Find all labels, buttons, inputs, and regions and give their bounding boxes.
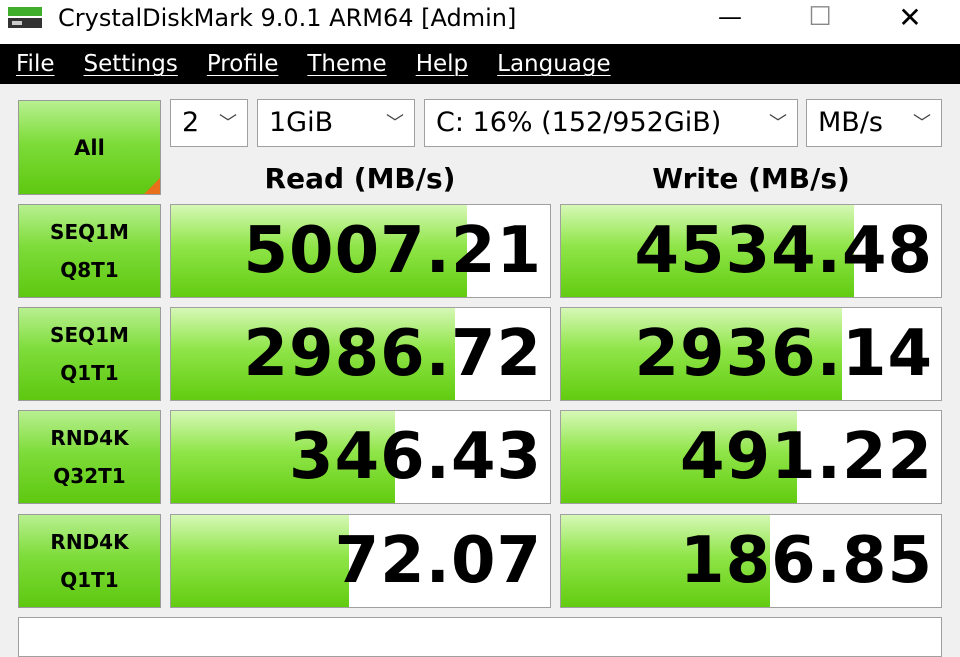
- write-result: 4534.48: [560, 204, 942, 298]
- read-value: 5007.21: [243, 214, 542, 288]
- read-value: 72.07: [334, 524, 542, 598]
- read-value: 2986.72: [243, 317, 542, 391]
- maximize-icon: ☐: [808, 2, 832, 32]
- read-result: 346.43: [170, 410, 551, 504]
- read-value: 346.43: [289, 420, 542, 494]
- chevron-down-icon: ﹀: [913, 113, 931, 134]
- test-button-seq1m-q8t1[interactable]: SEQ1M Q8T1: [18, 204, 161, 298]
- test-label-line2: Q1T1: [60, 361, 119, 385]
- close-button[interactable]: ✕: [880, 0, 940, 34]
- chevron-down-icon: ﹀: [769, 113, 787, 134]
- write-value: 186.85: [680, 524, 933, 598]
- test-label-line2: Q1T1: [60, 568, 119, 592]
- window-title: CrystalDiskMark 9.0.1 ARM64 [Admin]: [58, 4, 517, 32]
- drive-select[interactable]: C: 16% (152/952GiB) ﹀: [424, 99, 798, 147]
- test-label-line1: RND4K: [50, 426, 129, 450]
- menu-language[interactable]: Language: [497, 44, 611, 84]
- write-value: 491.22: [680, 420, 933, 494]
- test-button-rnd4k-q1t1[interactable]: RND4K Q1T1: [18, 514, 161, 608]
- test-button-rnd4k-q32t1[interactable]: RND4K Q32T1: [18, 410, 161, 504]
- write-header: Write (MB/s): [652, 162, 850, 195]
- comment-field[interactable]: [18, 617, 942, 657]
- write-result: 491.22: [560, 410, 942, 504]
- menu-help[interactable]: Help: [416, 44, 468, 84]
- read-result: 2986.72: [170, 307, 551, 401]
- minimize-button[interactable]: —: [700, 0, 760, 34]
- chevron-down-icon: ﹀: [386, 113, 404, 134]
- all-button[interactable]: All: [18, 100, 161, 195]
- drive-value: C: 16% (152/952GiB): [436, 107, 722, 138]
- menu-settings[interactable]: Settings: [84, 44, 178, 84]
- write-result: 2936.14: [560, 307, 942, 401]
- count-value: 2: [182, 107, 200, 138]
- chevron-down-icon: ﹀: [219, 113, 237, 134]
- close-icon: ✕: [898, 0, 922, 34]
- write-value: 2936.14: [634, 317, 933, 391]
- test-label-line1: SEQ1M: [50, 220, 129, 244]
- maximize-button[interactable]: ☐: [790, 0, 850, 34]
- app-icon: [8, 7, 42, 28]
- unit-select[interactable]: MB/s ﹀: [806, 99, 942, 147]
- corner-marker-icon: [144, 178, 160, 194]
- write-value: 4534.48: [634, 214, 933, 288]
- test-label-line2: Q8T1: [60, 258, 119, 282]
- write-result: 186.85: [560, 514, 942, 608]
- menu-profile[interactable]: Profile: [207, 44, 279, 84]
- test-label-line2: Q32T1: [53, 464, 126, 488]
- read-bar: [171, 515, 350, 607]
- test-label-line1: RND4K: [50, 530, 129, 554]
- size-select[interactable]: 1GiB ﹀: [257, 99, 415, 147]
- title-bar: CrystalDiskMark 9.0.1 ARM64 [Admin] — ☐ …: [0, 0, 960, 44]
- test-button-seq1m-q1t1[interactable]: SEQ1M Q1T1: [18, 307, 161, 401]
- menu-file[interactable]: File: [16, 44, 55, 84]
- test-label-line1: SEQ1M: [50, 323, 129, 347]
- all-label: All: [74, 135, 105, 160]
- unit-value: MB/s: [818, 107, 883, 138]
- count-select[interactable]: 2 ﹀: [170, 99, 248, 147]
- read-result: 72.07: [170, 514, 551, 608]
- size-value: 1GiB: [269, 107, 334, 138]
- read-result: 5007.21: [170, 204, 551, 298]
- main-panel: All 2 ﹀ 1GiB ﹀ C: 16% (152/952GiB) ﹀ MB/…: [0, 84, 960, 657]
- menu-theme[interactable]: Theme: [307, 44, 386, 84]
- menu-bar: File Settings Profile Theme Help Languag…: [0, 44, 960, 84]
- read-header: Read (MB/s): [264, 162, 456, 195]
- minimize-icon: —: [718, 3, 742, 31]
